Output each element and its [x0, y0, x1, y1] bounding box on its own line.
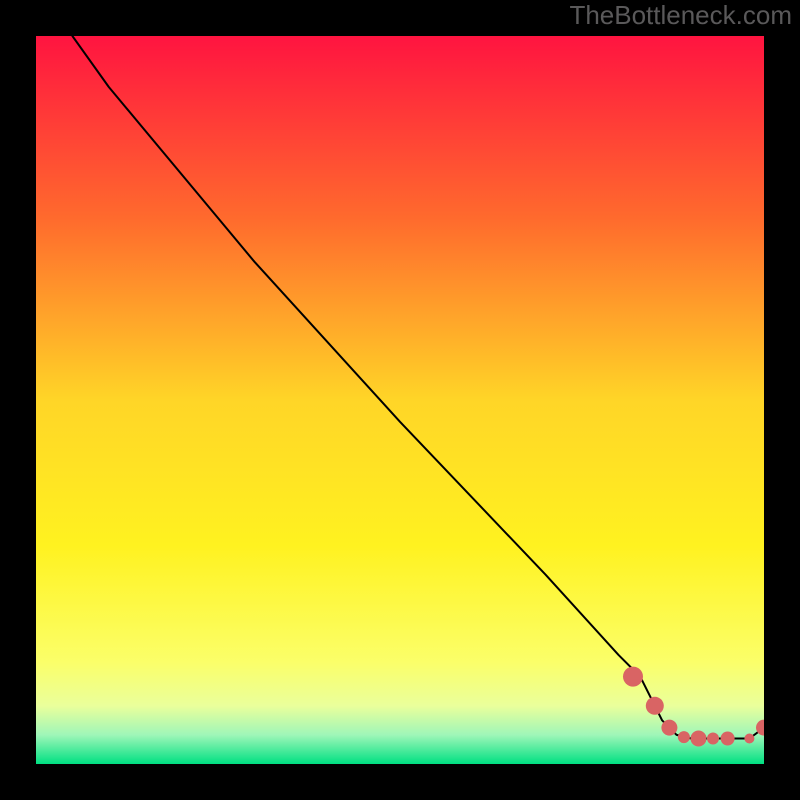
attribution-text: TheBottleneck.com — [569, 0, 792, 31]
plot-area — [36, 36, 764, 764]
highlight-point — [744, 734, 754, 744]
gradient-background — [36, 36, 764, 764]
highlight-point — [646, 697, 664, 715]
highlight-point — [661, 720, 677, 736]
highlight-point — [707, 733, 719, 745]
highlight-point — [721, 732, 735, 746]
chart-container: TheBottleneck.com — [0, 0, 800, 800]
highlight-point — [678, 731, 690, 743]
highlight-point — [623, 667, 643, 687]
highlight-point — [691, 731, 707, 747]
chart-svg — [36, 36, 764, 764]
